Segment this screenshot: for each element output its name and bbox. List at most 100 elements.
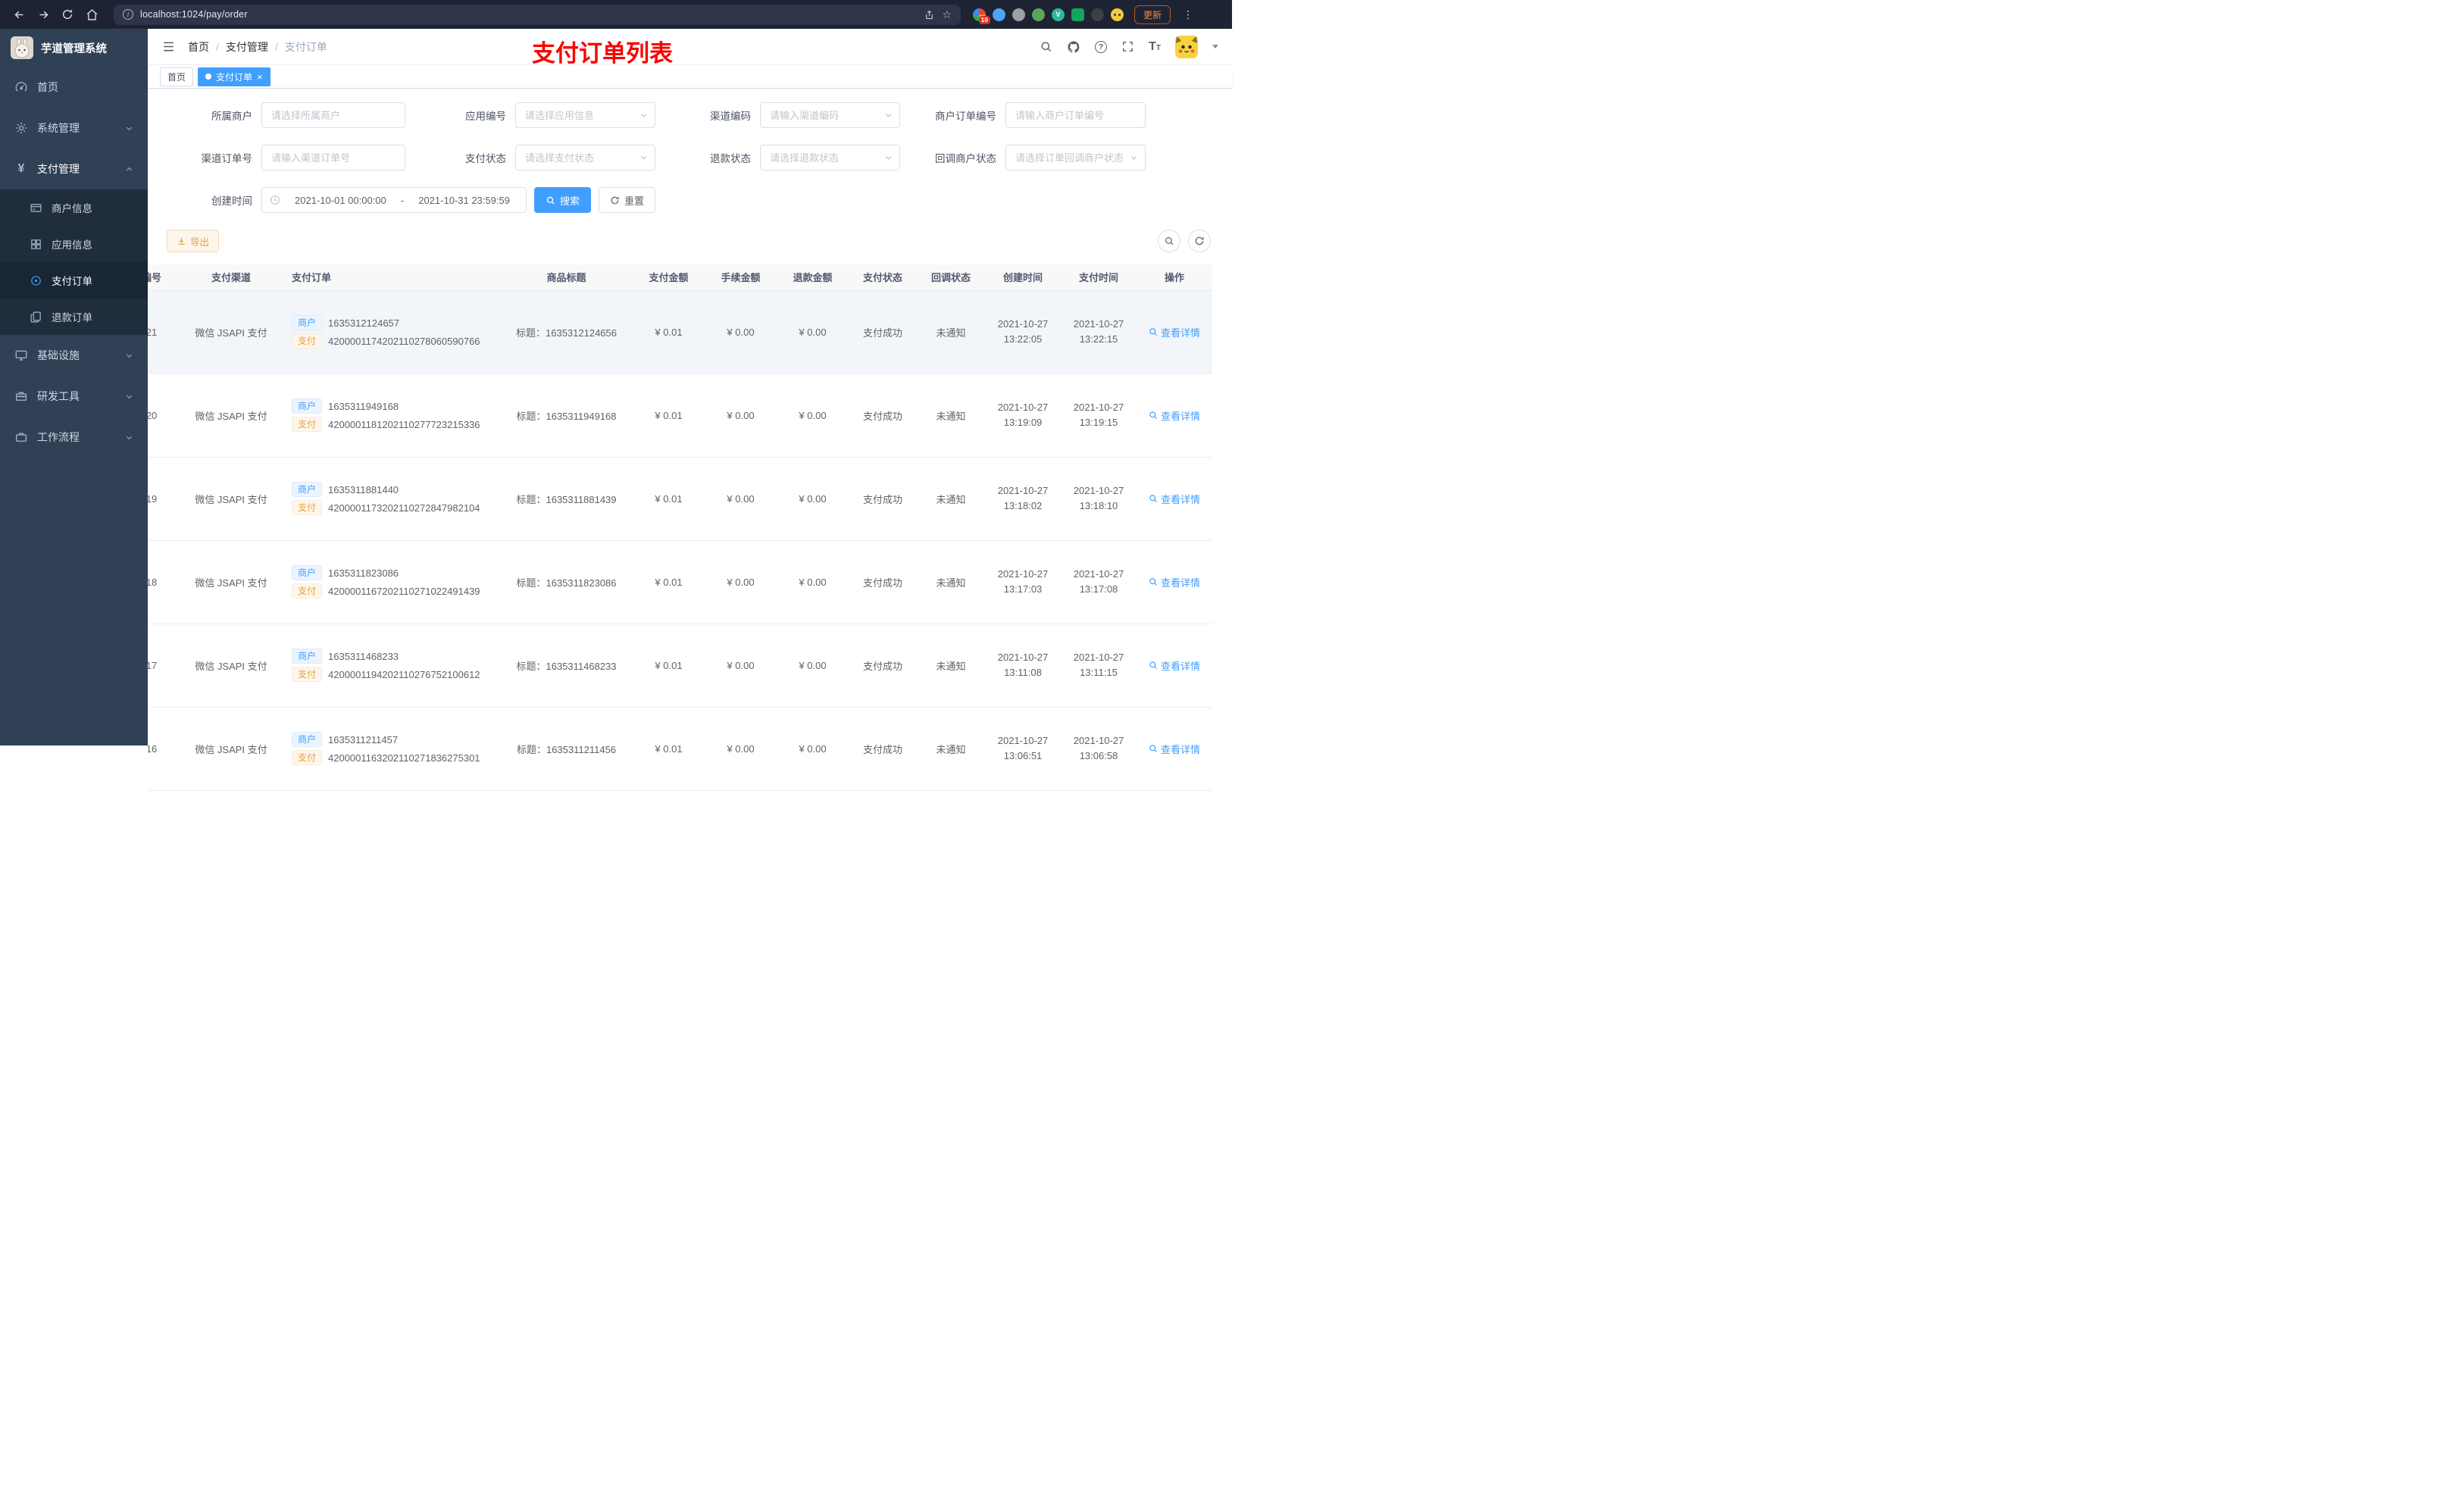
created-date: 2021-10-27: [997, 568, 1049, 580]
reload-icon[interactable]: [58, 5, 77, 24]
pay-order-no: 4200001173202110272847982104: [328, 502, 480, 514]
cell-id: 19: [148, 457, 178, 541]
sidebar-item-app-info[interactable]: 应用信息: [0, 226, 148, 262]
sidebar-item-label: 基础设施: [37, 349, 80, 361]
sidebar-item-pay-order[interactable]: 支付订单: [0, 262, 148, 299]
extension-drop-icon[interactable]: [993, 8, 1005, 21]
sidebar-item-infrastructure[interactable]: 基础设施: [0, 335, 148, 376]
pay-status-input[interactable]: [516, 145, 655, 170]
date-separator: -: [400, 194, 405, 206]
cell-pay-order: 商户 1635311881440 支付 42000011732021102728…: [284, 457, 500, 541]
browser-menu-icon[interactable]: ⋮: [1180, 8, 1197, 21]
paid-time: 13:17:08: [1079, 583, 1118, 595]
help-icon[interactable]: ?: [1095, 40, 1108, 53]
created-date: 2021-10-27: [997, 735, 1049, 746]
sidebar-item-label: 支付订单: [52, 276, 92, 287]
refund-status-input[interactable]: [761, 145, 899, 170]
merchant-tag: 商户: [292, 565, 323, 580]
extension-pin-icon[interactable]: [1091, 8, 1104, 21]
export-button-label: 导出: [190, 236, 210, 248]
font-size-icon[interactable]: TT: [1149, 40, 1161, 54]
view-detail-link[interactable]: 查看详情: [1149, 658, 1200, 673]
reset-button[interactable]: 重置: [599, 187, 656, 213]
toolbox-icon: [14, 389, 28, 403]
user-avatar[interactable]: [1175, 35, 1198, 58]
user-menu-caret-icon[interactable]: [1212, 45, 1218, 48]
created-time: 13:22:05: [1003, 333, 1043, 345]
filter-field-app-no: 应用编号: [405, 102, 655, 128]
view-detail-link[interactable]: 查看详情: [1149, 325, 1200, 339]
view-detail-link[interactable]: 查看详情: [1149, 742, 1200, 756]
breadcrumb-payment[interactable]: 支付管理: [226, 39, 268, 55]
sidebar-item-dev-tools[interactable]: 研发工具: [0, 376, 148, 417]
breadcrumb: 首页 / 支付管理 / 支付订单: [188, 39, 327, 55]
cell-pay-status: 支付成功: [849, 707, 917, 791]
merchant-input[interactable]: [262, 103, 405, 127]
github-icon[interactable]: [1067, 40, 1080, 54]
cell-paid-time: 2021-10-27 13:06:58: [1061, 707, 1137, 791]
col-pay-amount: 支付金额: [633, 264, 705, 291]
app-logo[interactable]: 芋道管理系统: [0, 29, 148, 67]
sidebar-item-system[interactable]: 系统管理: [0, 108, 148, 148]
cell-refund-amount: ¥ 0.00: [777, 457, 849, 541]
sidebar-item-refund-order[interactable]: 退款订单: [0, 299, 148, 335]
table-row: 16 微信 JSAPI 支付 商户 1635311211457 支付 42000…: [148, 707, 1212, 791]
dashboard-icon: [14, 80, 28, 94]
extension-badge: 10: [978, 15, 990, 24]
bookmark-star-icon[interactable]: ☆: [942, 8, 952, 21]
extension-gray-icon[interactable]: [1012, 8, 1025, 21]
sidebar-item-merchant-info[interactable]: 商户信息: [0, 189, 148, 226]
site-info-icon[interactable]: i: [123, 9, 133, 20]
search-icon[interactable]: [1040, 40, 1052, 53]
sidebar-item-home[interactable]: 首页: [0, 67, 148, 108]
cell-pay-status: 支付成功: [849, 540, 917, 624]
cell-actions: 查看详情: [1137, 290, 1212, 374]
forward-icon[interactable]: [33, 5, 53, 24]
view-detail-link[interactable]: 查看详情: [1149, 492, 1200, 506]
merchant-order-no: 1635311468233: [328, 650, 399, 662]
app-no-input[interactable]: [516, 103, 655, 127]
collapse-sidebar-icon[interactable]: [161, 39, 176, 54]
close-tab-icon[interactable]: ×: [257, 72, 263, 82]
channel-order-no-input[interactable]: [262, 145, 405, 170]
extension-avatar-icon[interactable]: [1111, 8, 1124, 21]
refresh-table-icon[interactable]: [1188, 230, 1211, 252]
notify-status-input[interactable]: [1006, 145, 1145, 170]
sidebar-item-payment[interactable]: ¥ 支付管理: [0, 148, 148, 189]
extension-square-icon[interactable]: [1071, 8, 1084, 21]
tab-pay-order[interactable]: 支付订单 ×: [198, 67, 270, 86]
cell-fee-amount: ¥ 0.00: [705, 624, 777, 708]
extension-green-icon[interactable]: [1032, 8, 1045, 21]
merchant-order-no-input[interactable]: [1006, 103, 1145, 127]
fullscreen-icon[interactable]: [1121, 40, 1134, 53]
gear-icon: [14, 121, 28, 135]
browser-update-button[interactable]: 更新: [1134, 5, 1171, 24]
reset-button-label: 重置: [624, 195, 645, 207]
view-detail-link[interactable]: 查看详情: [1149, 408, 1200, 423]
breadcrumb-current: 支付订单: [284, 40, 327, 53]
paid-time: 13:18:10: [1079, 500, 1118, 511]
orders-table: 编号 支付渠道 支付订单 商品标题 支付金额 手续金额 退款金额 支付状态 回调…: [148, 264, 1212, 791]
toggle-search-icon[interactable]: [1158, 230, 1180, 252]
tab-home[interactable]: 首页: [160, 67, 194, 86]
view-detail-link[interactable]: 查看详情: [1149, 575, 1200, 589]
clock-icon: [270, 195, 280, 205]
extension-puzzle-icon[interactable]: 10: [973, 8, 990, 24]
channel-code-input[interactable]: [761, 103, 899, 127]
cell-notify-status: 未通知: [917, 707, 985, 791]
address-bar[interactable]: i localhost:1024/pay/order ☆: [114, 4, 961, 25]
home-icon[interactable]: [82, 5, 102, 24]
filter-field-refund-status: 退款状态: [655, 145, 900, 170]
breadcrumb-home[interactable]: 首页: [188, 39, 209, 55]
pay-status-select: [515, 145, 655, 170]
payment-submenu: 商户信息 应用信息 支付订单 退款订单: [0, 189, 148, 335]
back-icon[interactable]: [9, 5, 29, 24]
search-button[interactable]: 搜索: [534, 187, 592, 213]
sidebar-item-workflow[interactable]: 工作流程: [0, 417, 148, 458]
share-icon[interactable]: [924, 9, 935, 20]
cell-pay-channel: 微信 JSAPI 支付: [178, 374, 284, 458]
export-button[interactable]: 导出: [167, 230, 220, 252]
date-range-picker[interactable]: 2021-10-01 00:00:00 - 2021-10-31 23:59:5…: [261, 187, 527, 213]
extension-vue-icon[interactable]: V: [1052, 8, 1065, 21]
sidebar-item-label: 支付管理: [37, 163, 80, 175]
